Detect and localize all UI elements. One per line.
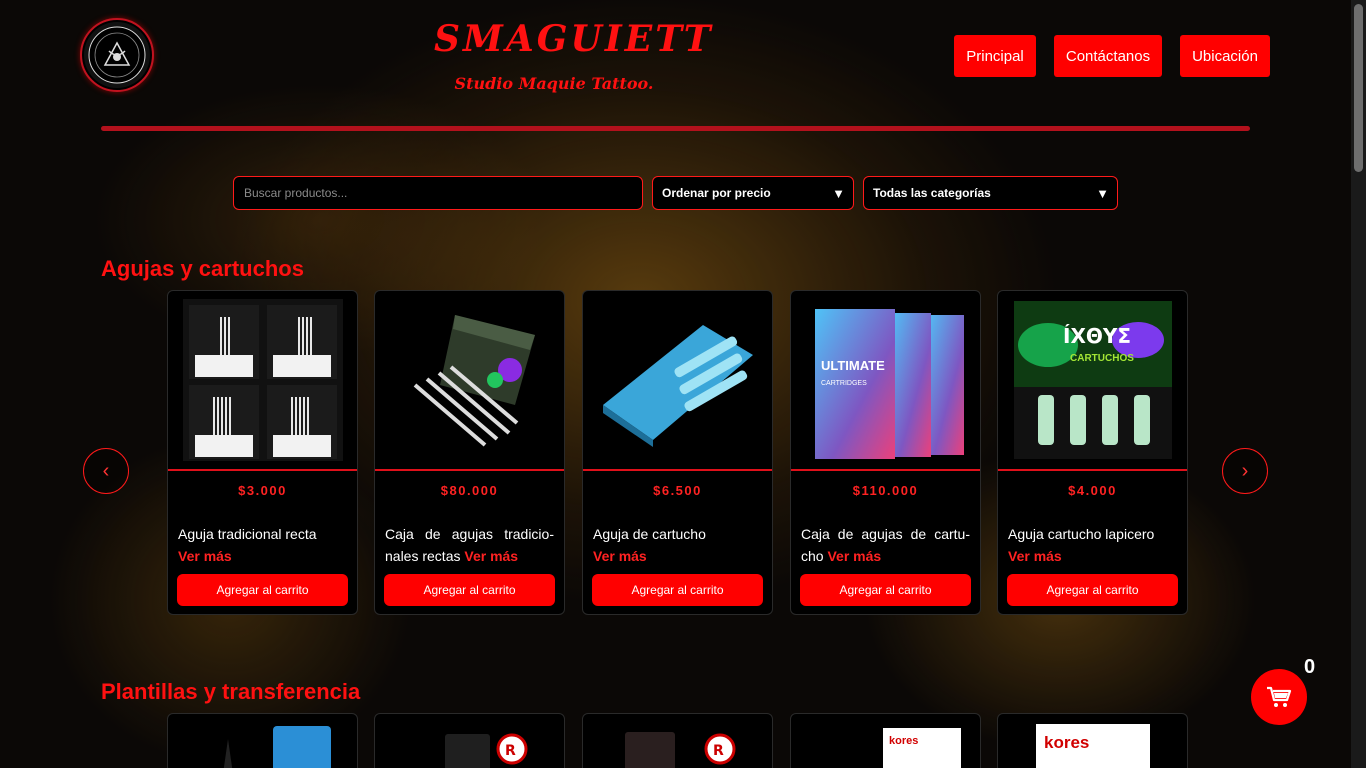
category-select[interactable]: Todas las categorías ▼ (863, 176, 1118, 210)
add-to-cart-button[interactable]: Agregar al carrito (384, 574, 555, 606)
nav-contactanos-button[interactable]: Contáctanos (1054, 35, 1162, 77)
product-price: $4.000 (1068, 483, 1117, 498)
product-card[interactable]: R (582, 713, 773, 768)
sort-select[interactable]: Ordenar por precio ▼ (652, 176, 854, 210)
product-card: $6.500 Aguja de cartucho Ver más Agregar … (582, 290, 773, 615)
stencil-product-image: R (625, 732, 736, 768)
chevron-down-icon: ▼ (832, 185, 845, 201)
product-image[interactable]: ULTIMATE CARTRIDGES (791, 291, 980, 471)
kores-paper-image: kores (883, 728, 961, 768)
svg-text:CARTRIDGES: CARTRIDGES (821, 380, 867, 387)
brand-subtitle: Studio Maquie Tattoo. (454, 74, 654, 93)
carousel-prev-button[interactable]: ‹ (83, 448, 129, 494)
product-card[interactable]: kores (997, 713, 1188, 768)
product-name-text: Aguja de cartucho (593, 526, 706, 542)
nav-ubicacion-button[interactable]: Ubicación (1180, 35, 1270, 77)
section-title-agujas: Agujas y cartuchos (101, 256, 304, 281)
product-price: $110.000 (852, 483, 919, 498)
add-to-cart-button[interactable]: Agregar al carrito (800, 574, 971, 606)
svg-text:ULTIMATE: ULTIMATE (821, 358, 885, 373)
section-title-plantillas: Plantillas y transferencia (101, 679, 361, 704)
ixoye-cartridge-image: ÍXΘΥΣ CARTUCHOS (1007, 295, 1178, 465)
ver-mas-link[interactable]: Ver más (593, 548, 647, 564)
product-card: ULTIMATE CARTRIDGES $110.000 Caja de agu… (790, 290, 981, 615)
ver-mas-link[interactable]: Ver más (464, 548, 518, 564)
product-name: Aguja tradicional recta Ver más (178, 523, 347, 567)
product-price: $3.000 (238, 483, 287, 498)
product-name-text: Aguja cartucho lapicero (1008, 526, 1155, 542)
product-card[interactable]: R (374, 713, 565, 768)
chevron-down-icon: ▼ (1096, 185, 1109, 201)
product-image[interactable] (583, 291, 772, 471)
kores-paper-image: kores (1036, 724, 1150, 768)
carousel-next-button[interactable]: › (1222, 448, 1268, 494)
product-price: $6.500 (653, 483, 702, 498)
svg-text:kores: kores (1044, 733, 1089, 752)
ultimate-box-image: ULTIMATE CARTRIDGES (800, 295, 971, 465)
brand-title: SMAGUIETT (434, 18, 714, 60)
cart-count-badge: 0 (1304, 656, 1316, 678)
product-name: Aguja cartucho lapicero Ver más (1008, 523, 1177, 567)
logo[interactable] (80, 18, 154, 92)
svg-text:CARTUCHOS: CARTUCHOS (1070, 353, 1134, 364)
transfer-gel-image (223, 726, 331, 768)
header-divider (101, 126, 1250, 131)
stencil-product-image: R (445, 733, 528, 768)
ver-mas-link[interactable]: Ver más (178, 548, 232, 564)
product-card[interactable]: kores (790, 713, 981, 768)
product-name: Aguja de cartucho Ver más (593, 523, 762, 567)
svg-text:ÍXΘΥΣ: ÍXΘΥΣ (1063, 324, 1131, 348)
category-select-label: Todas las categorías (873, 186, 991, 200)
product-card: ÍXΘΥΣ CARTUCHOS $4.000 Aguja cartucho la… (997, 290, 1188, 615)
svg-text:R: R (505, 743, 516, 759)
needle-box-image (384, 295, 555, 465)
product-card: $3.000 Aguja tradicional recta Ver más Ag… (167, 290, 358, 615)
needles-image (182, 299, 343, 461)
product-card: $80.000 Caja de agujas tradicio-nales re… (374, 290, 565, 615)
product-name-text: Aguja tradicional recta (178, 526, 317, 542)
product-card[interactable] (167, 713, 358, 768)
scrollbar-thumb[interactable] (1354, 4, 1363, 172)
cartridge-image (592, 305, 763, 455)
svg-text:kores: kores (889, 735, 918, 747)
search-input[interactable] (233, 176, 643, 210)
shopping-cart-icon (1267, 686, 1292, 707)
product-image[interactable] (168, 291, 357, 471)
add-to-cart-button[interactable]: Agregar al carrito (177, 574, 348, 606)
ver-mas-link[interactable]: Ver más (1008, 548, 1062, 564)
add-to-cart-button[interactable]: Agregar al carrito (592, 574, 763, 606)
cart-button[interactable] (1251, 669, 1307, 725)
product-image[interactable] (375, 291, 564, 471)
product-image[interactable]: ÍXΘΥΣ CARTUCHOS (998, 291, 1187, 471)
product-name: Caja de agujas tradicio-nales rectas Ver… (385, 523, 554, 567)
svg-text:R: R (713, 743, 724, 759)
nav-principal-button[interactable]: Principal (954, 35, 1036, 77)
add-to-cart-button[interactable]: Agregar al carrito (1007, 574, 1178, 606)
logo-emblem-icon (88, 26, 146, 84)
product-name: Caja de agujas de cartu-cho Ver más (801, 523, 970, 567)
sort-select-label: Ordenar por precio (662, 186, 771, 200)
ver-mas-link[interactable]: Ver más (827, 548, 881, 564)
product-price: $80.000 (440, 483, 499, 498)
page-scrollbar[interactable] (1351, 0, 1366, 768)
